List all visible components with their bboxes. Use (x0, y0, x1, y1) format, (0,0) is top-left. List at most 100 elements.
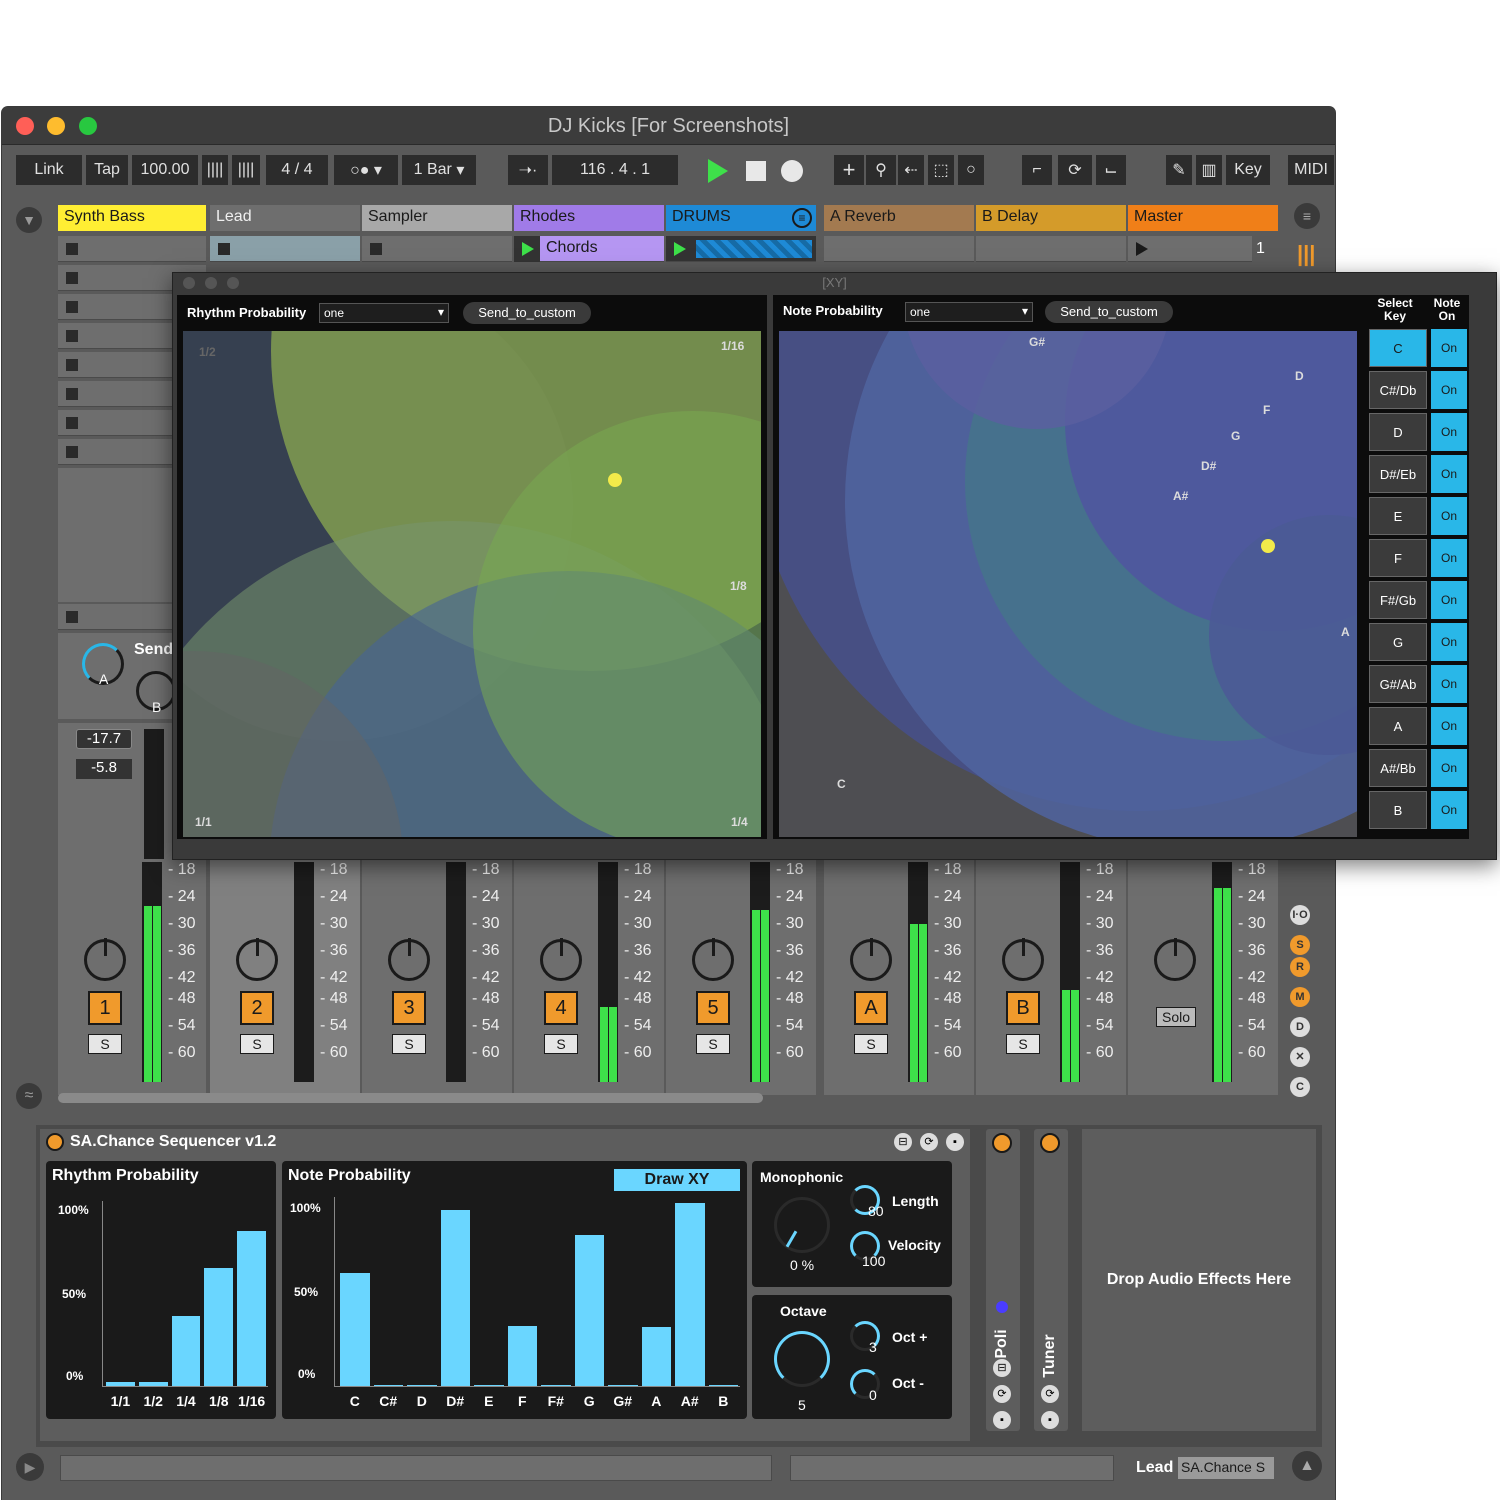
clip-slot[interactable] (976, 236, 1126, 262)
solo-button[interactable]: S (240, 1034, 274, 1054)
clip-stop-icon[interactable] (66, 330, 78, 342)
audio-effects-drop-zone[interactable]: Drop Audio Effects Here (1082, 1129, 1316, 1431)
key-map-button[interactable]: Key (1226, 155, 1270, 185)
groove-pool-icon[interactable]: ≈ (16, 1083, 42, 1109)
select-key-button[interactable]: G#/Ab (1369, 665, 1427, 703)
probability-bar[interactable] (373, 1385, 403, 1386)
probability-bar[interactable] (474, 1385, 504, 1386)
track-activator[interactable]: 4 (544, 991, 578, 1025)
probability-bar[interactable] (641, 1327, 671, 1386)
device-save-icon[interactable]: ▪ (1041, 1411, 1059, 1429)
clip-slot[interactable] (58, 236, 206, 262)
probability-bar[interactable] (675, 1202, 705, 1386)
record-icon[interactable] (781, 160, 803, 182)
nudge-down-icon[interactable]: |||| (202, 155, 228, 185)
solo-button[interactable]: S (1006, 1034, 1040, 1054)
quantize-select[interactable]: 1 Bar ▾ (402, 155, 476, 185)
time-signature[interactable]: 4 / 4 (266, 155, 328, 185)
track-activator[interactable]: 2 (240, 991, 274, 1025)
solo-button[interactable]: S (88, 1034, 122, 1054)
track-activator[interactable]: B (1006, 991, 1040, 1025)
clip-chords[interactable]: Chords (514, 236, 664, 262)
select-key-button[interactable]: E (1369, 497, 1427, 535)
track-header-sampler[interactable]: Sampler (362, 205, 512, 231)
note-on-toggle[interactable]: On (1431, 749, 1467, 787)
rhythm-xy-pad[interactable]: 1/2 1/16 1/8 1/1 1/4 (183, 331, 761, 837)
tap-button[interactable]: Tap (86, 155, 128, 185)
note-on-toggle[interactable]: On (1431, 455, 1467, 493)
select-key-button[interactable]: B (1369, 791, 1427, 829)
track-header-master[interactable]: Master (1128, 205, 1278, 231)
clip-stop-icon[interactable] (218, 243, 230, 255)
device-hotswap-icon[interactable]: ⊟ (993, 1359, 1011, 1377)
draw-xy-button[interactable]: Draw XY (614, 1169, 740, 1191)
clip-launch-icon[interactable] (514, 236, 540, 262)
scene-play-icon[interactable] (1136, 242, 1148, 256)
device-edit-icon[interactable]: ⟳ (920, 1133, 938, 1151)
note-on-toggle[interactable]: On (1431, 413, 1467, 451)
follow-icon[interactable]: ➝· (508, 155, 548, 185)
probability-bar[interactable] (204, 1267, 234, 1386)
probability-bar[interactable] (106, 1382, 135, 1386)
probability-bar[interactable] (708, 1385, 738, 1386)
probability-bar[interactable] (407, 1385, 437, 1386)
browser-toggle-icon[interactable]: ▼ (16, 207, 42, 233)
capture-icon[interactable]: ⬚ (928, 155, 954, 185)
menu-icon[interactable]: ≡ (1294, 203, 1320, 229)
note-send-to-custom-button[interactable]: Send_to_custom (1045, 301, 1173, 323)
track-activator[interactable]: 1 (88, 991, 122, 1025)
xy-cursor[interactable] (1261, 539, 1275, 553)
track-activator[interactable]: 5 (696, 991, 730, 1025)
info-view-toggle-icon[interactable]: ▶ (16, 1453, 44, 1481)
stop-all-clips-icon[interactable] (66, 611, 78, 623)
note-on-toggle[interactable]: On (1431, 581, 1467, 619)
device-hotswap-icon[interactable]: ⊟ (894, 1133, 912, 1151)
select-key-button[interactable]: A (1369, 707, 1427, 745)
probability-bar[interactable] (237, 1230, 266, 1386)
device-power-toggle[interactable] (992, 1133, 1012, 1153)
select-key-button[interactable]: G (1369, 623, 1427, 661)
pan-knob[interactable] (1154, 938, 1196, 981)
pan-knob[interactable] (84, 938, 126, 981)
clip-stop-icon[interactable] (66, 272, 78, 284)
midi-map-button[interactable]: MIDI (1288, 155, 1334, 185)
pan-knob[interactable] (692, 938, 734, 981)
track-header-drums[interactable]: DRUMS ≡ (666, 205, 816, 231)
solo-button[interactable]: S (392, 1034, 426, 1054)
select-key-button[interactable]: C (1369, 329, 1427, 367)
overdub-icon[interactable]: + (834, 155, 864, 185)
horizontal-scrollbar[interactable] (58, 1093, 763, 1103)
automation-arm-icon[interactable]: ⚲ (866, 155, 896, 185)
rhythm-send-to-custom-button[interactable]: Send_to_custom (463, 302, 591, 324)
play-icon[interactable] (708, 159, 728, 183)
device-edit-icon[interactable]: ⟳ (1041, 1385, 1059, 1403)
track-header-b-delay[interactable]: B Delay (976, 205, 1126, 231)
crossfader-toggle-icon[interactable]: ✕ (1290, 1047, 1310, 1067)
rhythm-preset-select[interactable]: one ▾ (319, 303, 449, 323)
select-key-button[interactable]: C#/Db (1369, 371, 1427, 409)
note-bars[interactable] (338, 1197, 740, 1386)
stop-icon[interactable] (746, 161, 766, 181)
returns-toggle-icon[interactable]: R (1290, 957, 1310, 977)
device-power-toggle[interactable] (1040, 1133, 1060, 1153)
punch-in-icon[interactable]: ⌐ (1022, 155, 1052, 185)
clip-slot[interactable] (210, 236, 360, 262)
select-key-button[interactable]: A#/Bb (1369, 749, 1427, 787)
note-on-toggle[interactable]: On (1431, 707, 1467, 745)
track-activator[interactable]: 3 (392, 991, 426, 1025)
probability-bar[interactable] (507, 1325, 537, 1386)
volume-readout[interactable]: -5.8 (76, 759, 132, 779)
scene-launch[interactable] (1128, 236, 1252, 262)
select-key-button[interactable]: D#/Eb (1369, 455, 1427, 493)
xy-cursor[interactable] (608, 473, 622, 487)
back-to-arrangement-icon[interactable]: ⇠ (898, 155, 924, 185)
probability-bar[interactable] (440, 1210, 470, 1386)
track-header-lead[interactable]: Lead (210, 205, 360, 231)
octave-knob[interactable] (774, 1331, 830, 1387)
pan-knob[interactable] (388, 938, 430, 981)
note-on-toggle[interactable]: On (1431, 329, 1467, 367)
detail-view-toggle-icon[interactable]: ▲ (1292, 1451, 1322, 1481)
pan-knob[interactable] (1002, 938, 1044, 981)
clip-stop-icon[interactable] (66, 446, 78, 458)
probability-bar[interactable] (138, 1382, 168, 1386)
